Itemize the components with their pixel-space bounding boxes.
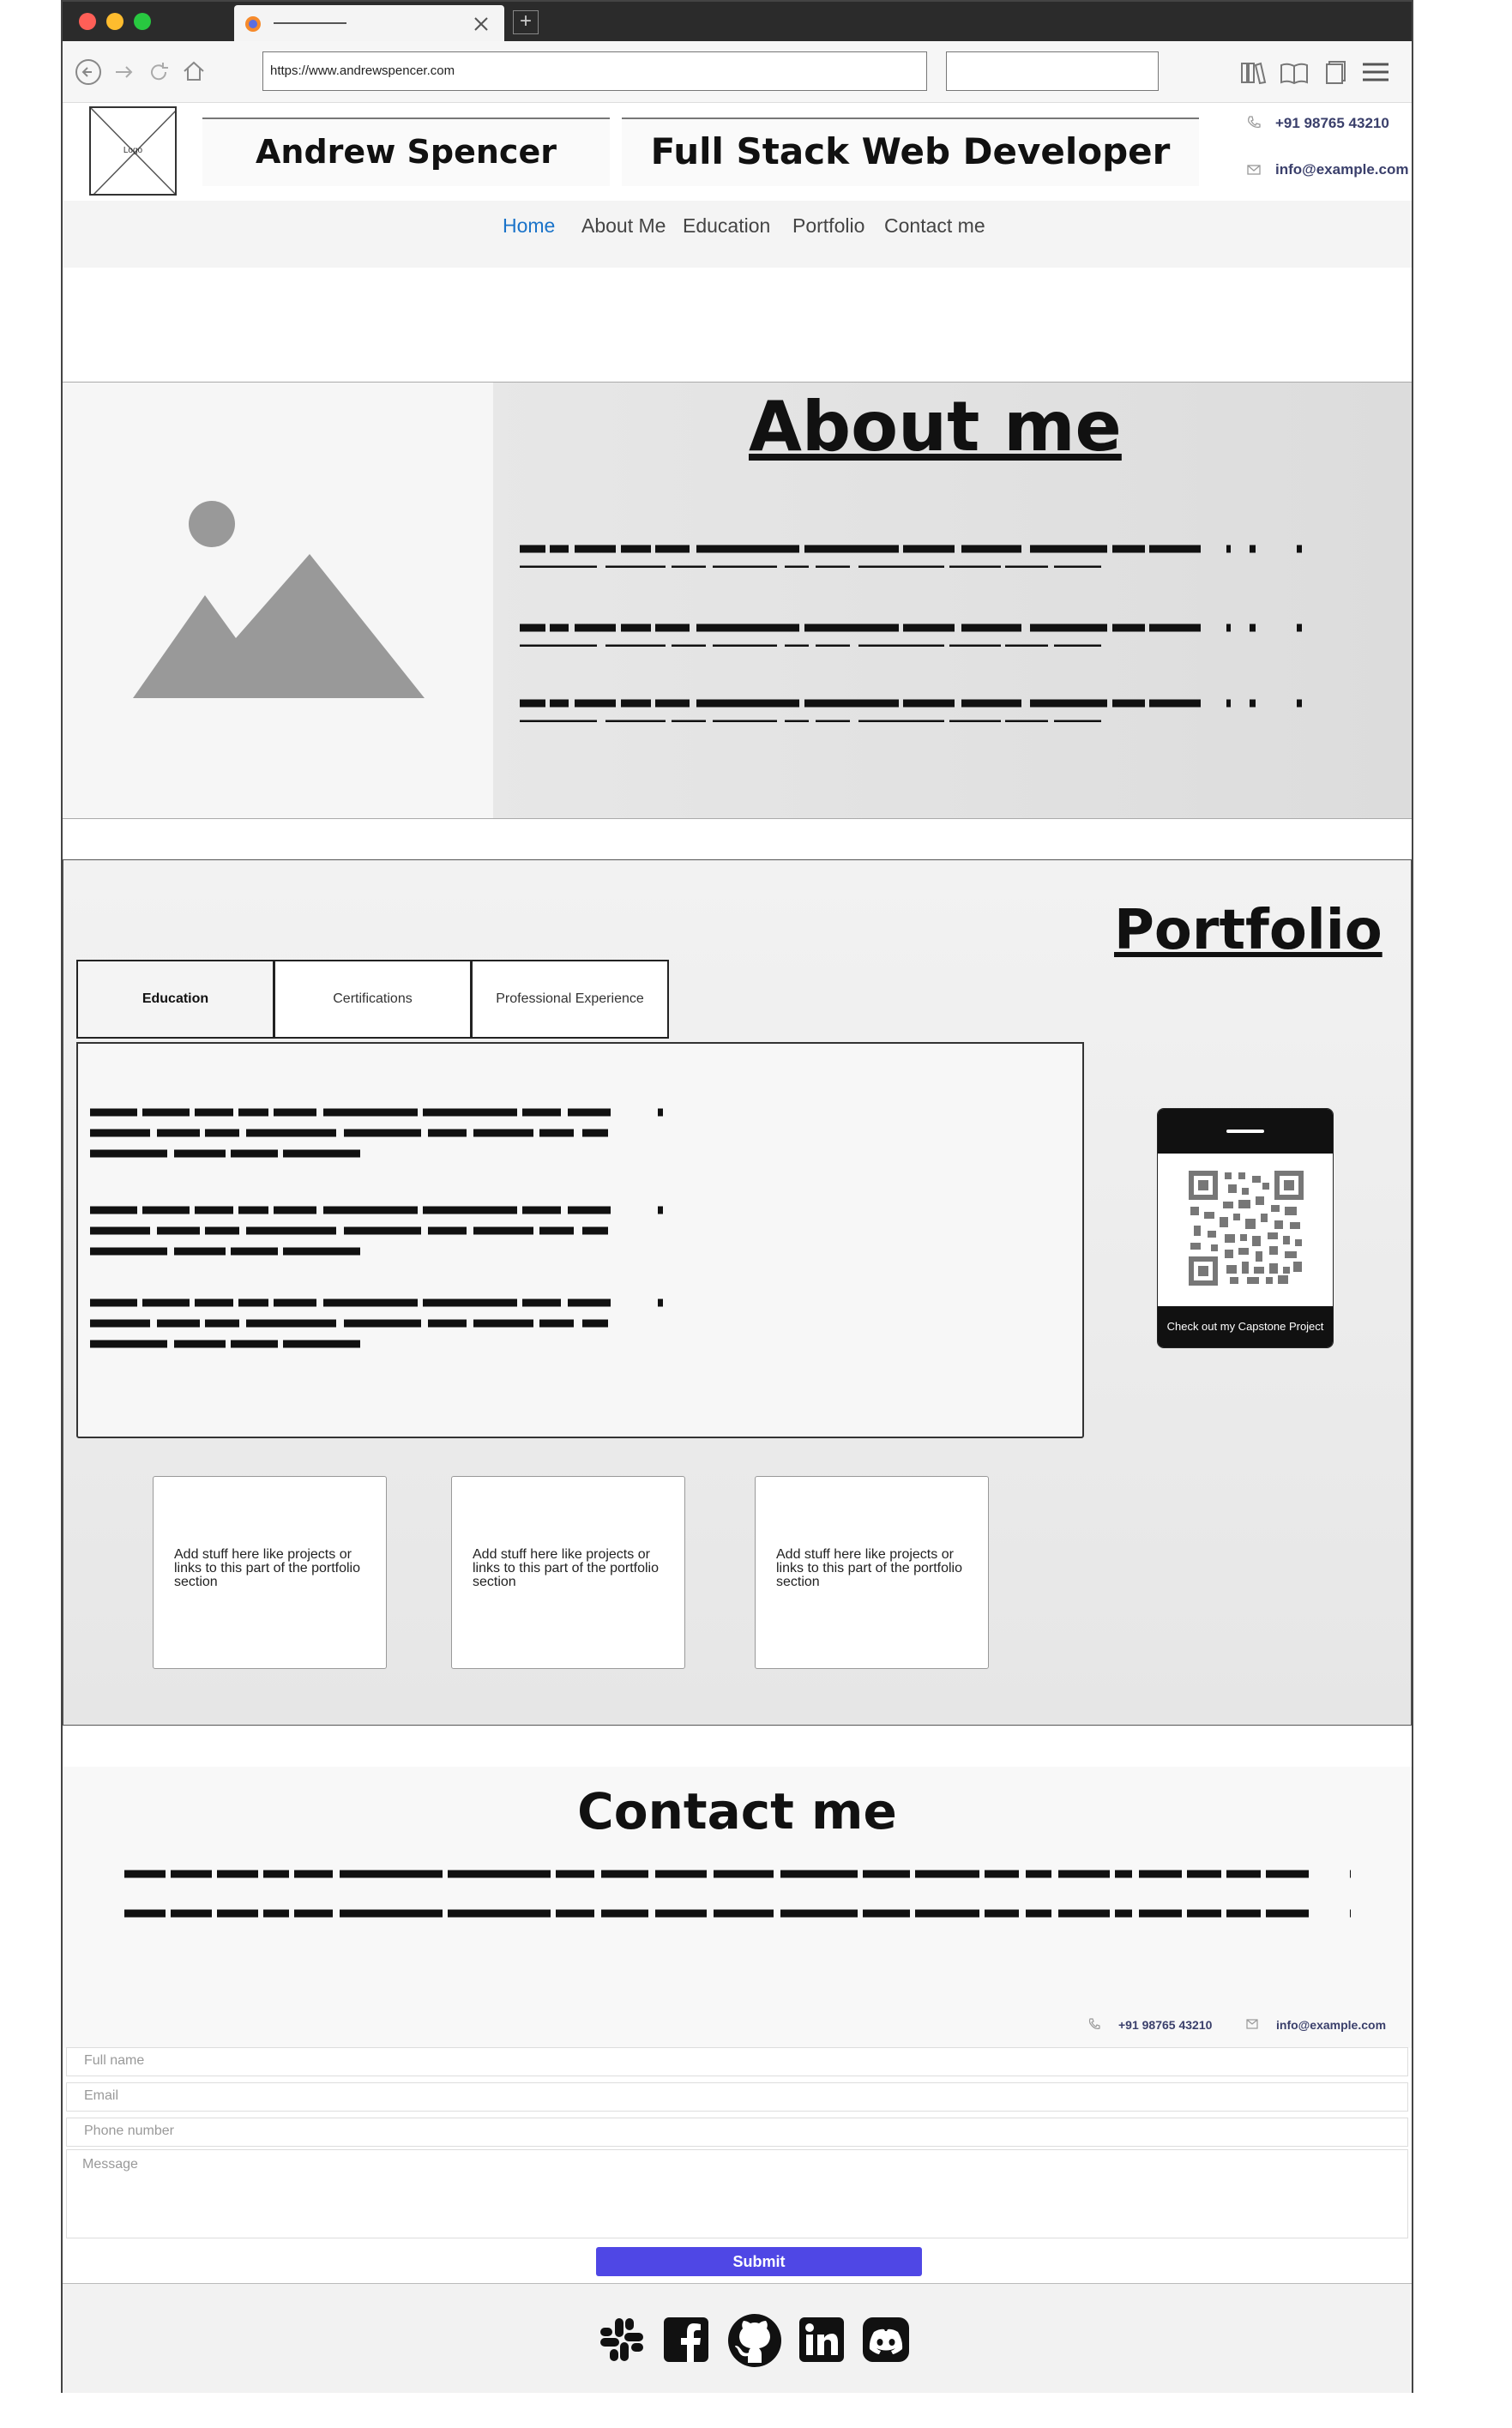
portfolio-title: Portfolio bbox=[1114, 899, 1382, 962]
project-card-1[interactable]: Add stuff here like projects or links to… bbox=[153, 1476, 387, 1669]
linkedin-icon[interactable] bbox=[798, 2317, 845, 2363]
facebook-icon[interactable] bbox=[663, 2317, 709, 2363]
about-title: About me bbox=[749, 387, 1122, 467]
portfolio-paragraph-1 bbox=[90, 1108, 665, 1158]
site-logo[interactable]: Logo bbox=[89, 106, 177, 196]
project-card-2[interactable]: Add stuff here like projects or links to… bbox=[451, 1476, 685, 1669]
portfolio-paragraph-3 bbox=[90, 1298, 665, 1348]
about-paragraph-3 bbox=[520, 699, 1317, 722]
library-icon[interactable] bbox=[1239, 60, 1267, 86]
contact-paragraph-line-2 bbox=[124, 1909, 1351, 1918]
logo-text: Logo bbox=[123, 146, 143, 155]
title-bar: + bbox=[63, 2, 1412, 41]
nav-about-me[interactable]: About Me bbox=[581, 214, 666, 238]
site-footer bbox=[63, 2283, 1412, 2393]
header-email[interactable]: info@example.com bbox=[1275, 161, 1408, 178]
submit-button[interactable]: Submit bbox=[596, 2247, 922, 2276]
browser-window: + https://www.andrewspencer.com Logo And… bbox=[61, 0, 1413, 2393]
home-icon[interactable] bbox=[181, 58, 207, 84]
contact-paragraph-line-1 bbox=[124, 1870, 1351, 1878]
site-owner-name: Andrew Spencer bbox=[202, 117, 610, 186]
menu-icon[interactable] bbox=[1361, 60, 1390, 84]
firefox-icon bbox=[245, 16, 261, 32]
phone-number-field[interactable]: Phone number bbox=[66, 2118, 1408, 2147]
site-owner-role: Full Stack Web Developer bbox=[622, 117, 1199, 186]
contact-phone[interactable]: +91 98765 43210 bbox=[1118, 2018, 1212, 2032]
header-phone[interactable]: +91 98765 43210 bbox=[1275, 115, 1389, 132]
tab-title-placeholder bbox=[274, 22, 346, 24]
contact-section: Contact me +91 98765 43210 info@example.… bbox=[63, 1767, 1412, 2048]
back-icon[interactable] bbox=[75, 58, 102, 86]
slack-icon[interactable] bbox=[599, 2317, 645, 2363]
search-input[interactable] bbox=[946, 51, 1159, 91]
about-paragraph-1 bbox=[520, 545, 1317, 568]
forward-icon[interactable] bbox=[112, 60, 136, 84]
browser-toolbar: https://www.andrewspencer.com bbox=[63, 41, 1412, 103]
contact-title: Contact me bbox=[577, 1782, 897, 1841]
tab-professional-experience[interactable]: Professional Experience bbox=[471, 960, 669, 1039]
about-paragraph-2 bbox=[520, 624, 1317, 647]
tab-education[interactable]: Education bbox=[76, 960, 274, 1039]
sidebar-icon[interactable] bbox=[1322, 60, 1347, 86]
contact-email[interactable]: info@example.com bbox=[1276, 2018, 1386, 2032]
maximize-window-button[interactable] bbox=[134, 13, 151, 30]
close-window-button[interactable] bbox=[79, 13, 96, 30]
site-nav: Home About Me Education Portfolio Contac… bbox=[63, 201, 1412, 268]
nav-contact-me[interactable]: Contact me bbox=[884, 214, 985, 238]
phone-speaker-icon bbox=[1226, 1130, 1264, 1133]
github-icon[interactable] bbox=[727, 2313, 782, 2368]
close-tab-icon[interactable] bbox=[473, 15, 490, 33]
project-card-3[interactable]: Add stuff here like projects or links to… bbox=[755, 1476, 989, 1669]
portfolio-section: Portfolio Education Certifications Profe… bbox=[63, 859, 1412, 1726]
phone-icon bbox=[1248, 116, 1261, 129]
portfolio-paragraph-2 bbox=[90, 1206, 665, 1256]
reader-view-icon[interactable] bbox=[1279, 60, 1310, 86]
qr-caption: Check out my Capstone Project bbox=[1158, 1306, 1333, 1347]
nav-education[interactable]: Education bbox=[683, 214, 770, 238]
url-bar[interactable]: https://www.andrewspencer.com bbox=[262, 51, 927, 91]
contact-phone-icon bbox=[1088, 2018, 1100, 2029]
email-icon bbox=[1247, 165, 1261, 175]
browser-tab[interactable] bbox=[234, 5, 504, 41]
tab-panel bbox=[76, 1042, 1084, 1438]
email-field[interactable]: Email bbox=[66, 2082, 1408, 2112]
contact-email-icon bbox=[1246, 2019, 1258, 2029]
full-name-field[interactable]: Full name bbox=[66, 2047, 1408, 2076]
about-section: About me bbox=[63, 382, 1412, 819]
nav-home[interactable]: Home bbox=[503, 214, 555, 238]
about-image bbox=[63, 383, 493, 818]
minimize-window-button[interactable] bbox=[106, 13, 123, 30]
discord-icon[interactable] bbox=[862, 2317, 910, 2363]
message-field[interactable]: Message bbox=[66, 2149, 1408, 2238]
tab-certifications[interactable]: Certifications bbox=[274, 960, 472, 1039]
qr-code-icon bbox=[1189, 1171, 1304, 1286]
image-placeholder-icon bbox=[133, 501, 425, 698]
new-tab-button[interactable]: + bbox=[513, 10, 539, 34]
nav-portfolio[interactable]: Portfolio bbox=[792, 214, 864, 238]
reload-icon[interactable] bbox=[147, 60, 171, 84]
qr-code-card[interactable]: Check out my Capstone Project bbox=[1157, 1108, 1334, 1348]
